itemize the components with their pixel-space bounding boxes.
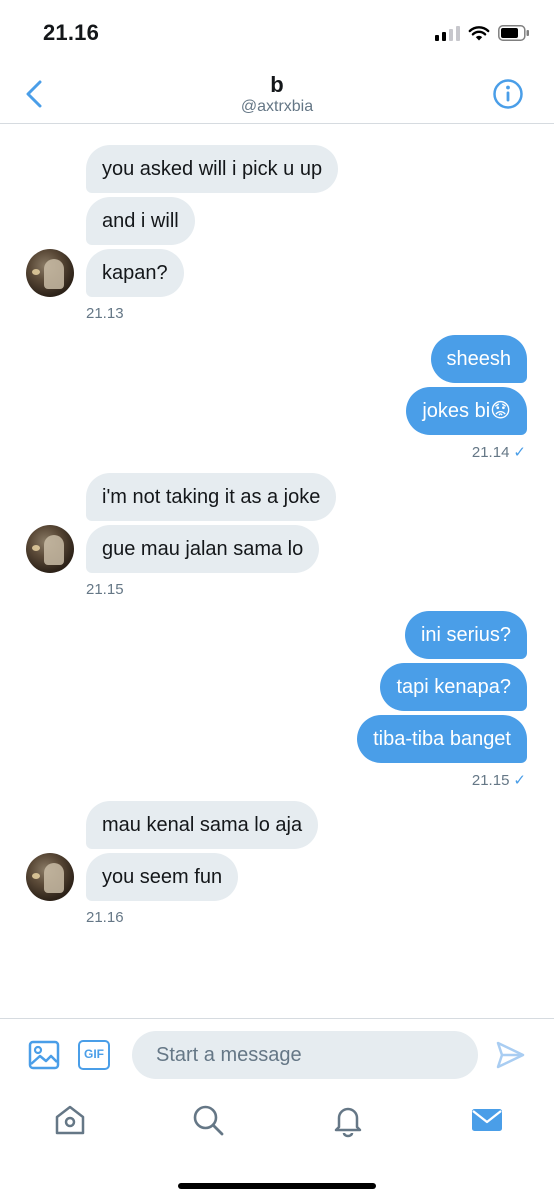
message-bubble-outgoing[interactable]: sheesh	[430, 335, 527, 383]
status-bar: 21.16	[0, 0, 554, 64]
message-bubble-incoming[interactable]: you seem fun	[86, 853, 239, 901]
message-bubble-outgoing[interactable]: jokes bi😟	[406, 387, 527, 435]
home-indicator	[178, 1183, 376, 1189]
cellular-signal-icon	[435, 25, 460, 41]
contact-handle[interactable]: @axtrxbia	[0, 98, 554, 116]
message-list[interactable]: you asked will i pick u up and i will ka…	[0, 125, 554, 1018]
send-icon[interactable]	[494, 1039, 526, 1071]
message-bubble-incoming[interactable]: i'm not taking it as a joke	[86, 473, 337, 521]
mail-icon[interactable]	[469, 1102, 505, 1138]
message-composer: GIF	[0, 1018, 554, 1090]
image-icon[interactable]	[28, 1039, 60, 1071]
message-timestamp: 21.15	[86, 581, 124, 598]
status-icons	[435, 22, 530, 44]
bell-icon[interactable]	[330, 1102, 366, 1138]
message-bubble-incoming[interactable]: gue mau jalan sama lo	[86, 525, 320, 573]
message-bubble-incoming[interactable]: you asked will i pick u up	[86, 145, 339, 193]
home-icon[interactable]	[52, 1102, 88, 1138]
conversation-header: b @axtrxbia	[0, 64, 554, 124]
message-bubble-outgoing[interactable]: tiba-tiba banget	[357, 715, 527, 763]
gif-button[interactable]: GIF	[78, 1040, 110, 1070]
status-time: 21.16	[43, 20, 100, 45]
message-bubble-outgoing[interactable]: ini serius?	[404, 611, 527, 659]
message-timestamp: 21.16	[86, 909, 124, 926]
info-icon[interactable]	[492, 78, 524, 110]
wifi-icon	[468, 26, 490, 41]
avatar[interactable]	[26, 525, 74, 573]
sent-check-icon: ✓	[513, 444, 526, 461]
message-bubble-incoming[interactable]: and i will	[86, 197, 195, 245]
avatar[interactable]	[26, 249, 74, 297]
message-timestamp: 21.14 ✓	[472, 443, 526, 461]
timestamp-text: 21.14	[471, 444, 510, 461]
message-timestamp: 21.13	[86, 305, 124, 322]
message-input[interactable]	[132, 1031, 478, 1079]
avatar[interactable]	[26, 853, 74, 901]
message-bubble-incoming[interactable]: kapan?	[86, 249, 184, 297]
sent-check-icon: ✓	[513, 772, 526, 789]
message-timestamp: 21.15 ✓	[472, 771, 526, 789]
message-bubble-outgoing[interactable]: tapi kenapa?	[380, 663, 527, 711]
search-icon[interactable]	[190, 1102, 226, 1138]
timestamp-text: 21.15	[471, 772, 510, 789]
contact-name[interactable]: b	[0, 72, 554, 98]
battery-icon	[498, 25, 529, 41]
message-bubble-incoming[interactable]: mau kenal sama lo aja	[86, 801, 319, 849]
